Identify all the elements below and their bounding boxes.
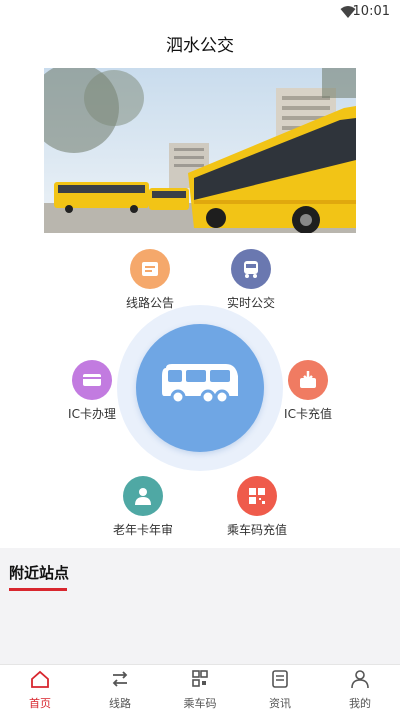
feature-label: 老年卡年审 — [112, 523, 173, 537]
page-title: 泗水公交 — [166, 36, 234, 56]
nearby-stations-list — [0, 592, 400, 664]
banner-image[interactable] — [44, 68, 356, 233]
tab-route[interactable]: 线路 — [80, 665, 160, 710]
tab-label: 线路 — [109, 697, 131, 710]
feature-hub: 线路公告 实时公交 IC卡办理 IC卡充值 老年卡年审 乘车码充值 — [0, 233, 400, 548]
ic-card-icon — [72, 360, 112, 400]
bottom-tab-bar: 首页 线路 乘车码 资讯 我的 — [0, 664, 400, 710]
tab-label: 乘车码 — [183, 697, 217, 710]
title-underline — [9, 588, 67, 591]
feature-label: 乘车码充值 — [226, 523, 287, 537]
feature-label: IC卡充值 — [284, 407, 332, 421]
home-icon — [31, 670, 49, 688]
tab-profile[interactable]: 我的 — [320, 665, 400, 710]
feature-route-notice[interactable]: 线路公告 — [95, 249, 205, 311]
feature-qr-recharge[interactable]: 乘车码充值 — [202, 476, 312, 538]
feature-ic-card-apply[interactable]: IC卡办理 — [37, 360, 147, 422]
qr-recharge-icon — [237, 476, 277, 516]
status-bar: 10:01 — [0, 0, 400, 24]
route-icon — [112, 671, 128, 687]
nearby-stations-title: 附近站点 — [9, 564, 70, 582]
app-header: 泗水公交 — [0, 24, 400, 68]
bus-station-photo — [44, 68, 356, 233]
bus-center-button[interactable] — [136, 324, 264, 452]
notice-icon — [130, 249, 170, 289]
tab-qr-code[interactable]: 乘车码 — [160, 665, 240, 710]
status-time: 10:01 — [352, 4, 390, 19]
tab-label: 我的 — [349, 697, 371, 710]
nearby-stations-section: 附近站点 — [0, 548, 400, 664]
realtime-bus-icon — [231, 249, 271, 289]
news-icon — [272, 670, 288, 688]
feature-senior-card-review[interactable]: 老年卡年审 — [88, 476, 198, 538]
tab-news[interactable]: 资讯 — [240, 665, 320, 710]
tab-label: 首页 — [29, 697, 51, 710]
feature-ic-card-recharge[interactable]: IC卡充值 — [253, 360, 363, 422]
tab-label: 资讯 — [269, 697, 291, 710]
feature-label: 线路公告 — [125, 296, 174, 310]
feature-realtime-bus[interactable]: 实时公交 — [196, 249, 306, 311]
senior-card-icon — [123, 476, 163, 516]
qr-code-icon — [192, 670, 208, 687]
feature-label: 实时公交 — [226, 296, 275, 310]
bus-icon — [162, 364, 238, 405]
profile-icon — [351, 670, 369, 689]
feature-label: IC卡办理 — [68, 407, 116, 421]
card-recharge-icon — [288, 360, 328, 400]
tab-home[interactable]: 首页 — [0, 665, 80, 710]
